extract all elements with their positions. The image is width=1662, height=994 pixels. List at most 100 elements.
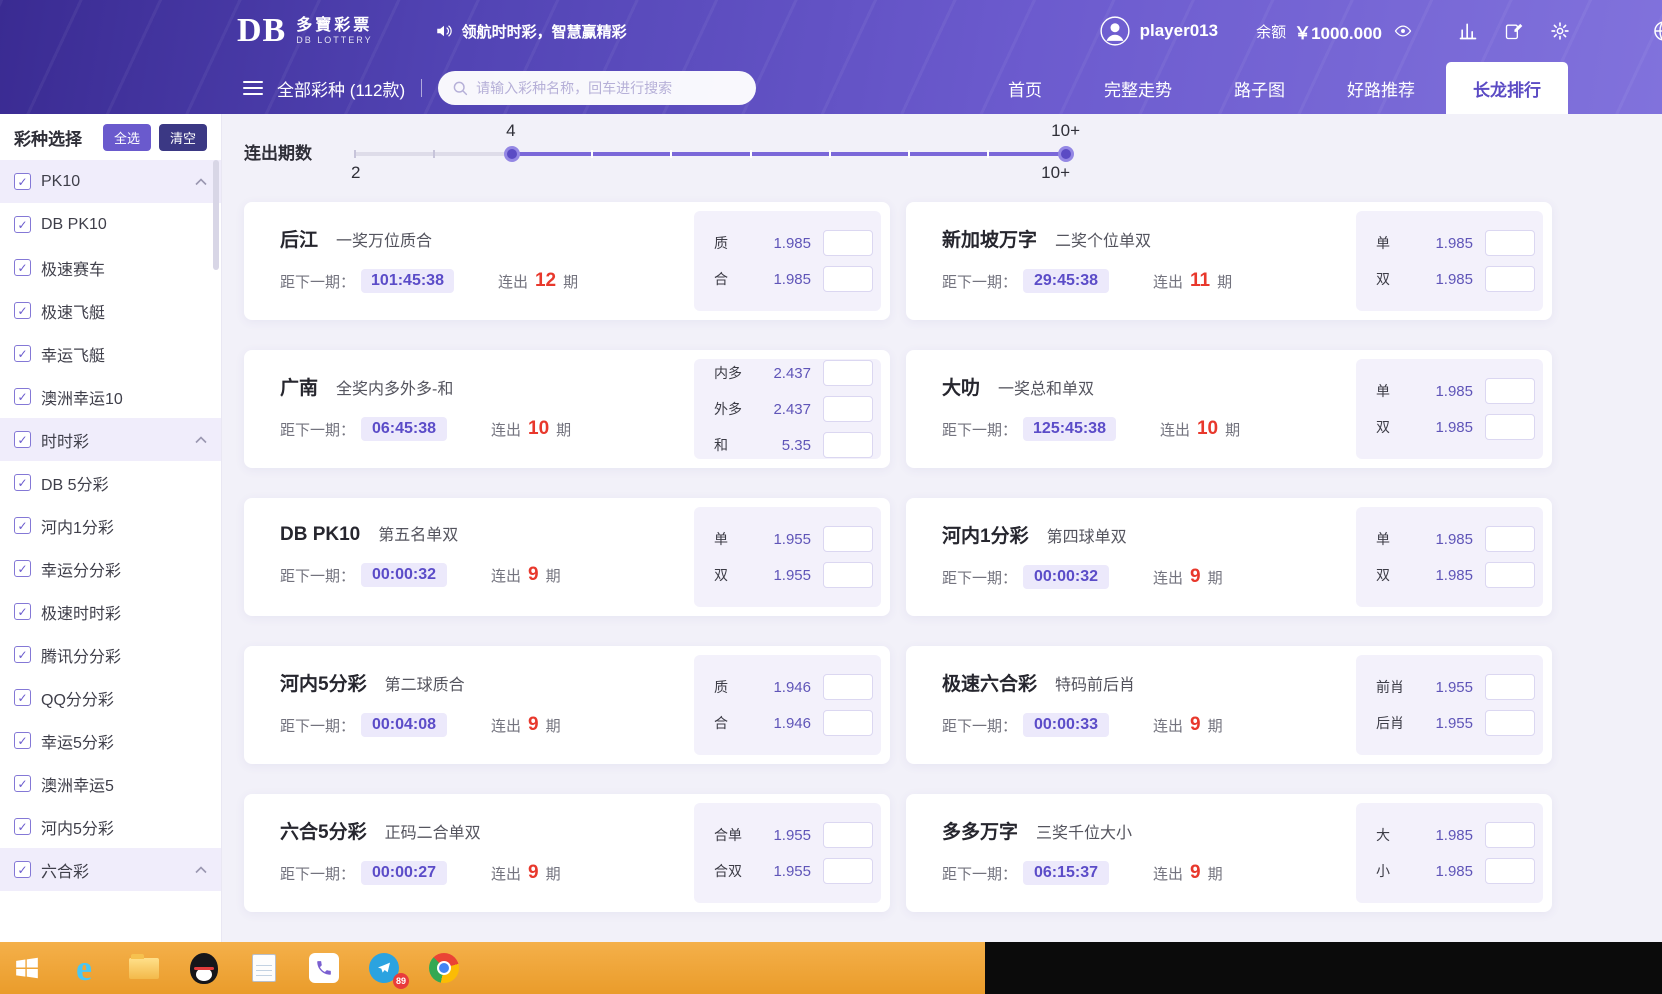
bet-amount-input[interactable] [1485, 710, 1535, 736]
slider-handle-low[interactable] [504, 146, 520, 162]
sidebar-item-lucky-5fen[interactable]: ✓ 幸运5分彩 [0, 719, 221, 762]
menu-icon[interactable] [243, 81, 263, 95]
start-button[interactable] [0, 942, 54, 994]
avatar[interactable] [1100, 16, 1130, 46]
chevron-up-icon[interactable] [195, 436, 207, 444]
card-title[interactable]: 大叻 [942, 373, 980, 400]
internet-explorer-icon[interactable]: e [54, 942, 114, 994]
bet-amount-input[interactable] [1485, 378, 1535, 404]
checkbox-pk10[interactable]: ✓ [14, 173, 31, 190]
slider-handle-high[interactable] [1058, 146, 1074, 162]
checkbox-australia-lucky5[interactable]: ✓ [14, 775, 31, 792]
bet-amount-input[interactable] [1485, 822, 1535, 848]
sidebar-item-pk10[interactable]: ✓ PK10 [0, 160, 221, 203]
bet-amount-input[interactable] [823, 360, 873, 386]
card-title[interactable]: 河内5分彩 [280, 669, 367, 696]
nav-item-full-trends[interactable]: 完整走势 [1073, 62, 1203, 114]
checkbox-qq-fenfen[interactable]: ✓ [14, 689, 31, 706]
sidebar-scrollbar[interactable] [213, 160, 219, 270]
select-all-button[interactable]: 全选 [103, 124, 151, 151]
sidebar-item-australia-lucky10[interactable]: ✓ 澳洲幸运10 [0, 375, 221, 418]
checkbox-speed-racing[interactable]: ✓ [14, 259, 31, 276]
sidebar-item-db-pk10[interactable]: ✓ DB PK10 [0, 203, 221, 246]
checkbox-shishicai[interactable]: ✓ [14, 431, 31, 448]
bet-amount-input[interactable] [823, 230, 873, 256]
checkbox-lucky-fenfen[interactable]: ✓ [14, 560, 31, 577]
checkbox-tencent-fenfen[interactable]: ✓ [14, 646, 31, 663]
chrome-icon[interactable] [414, 942, 474, 994]
checkbox-db-pk10[interactable]: ✓ [14, 216, 31, 233]
bet-amount-input[interactable] [823, 562, 873, 588]
sidebar-item-speed-airship[interactable]: ✓ 极速飞艇 [0, 289, 221, 332]
bet-amount-input[interactable] [823, 266, 873, 292]
card-title[interactable]: 后江 [280, 225, 318, 252]
checkbox-liuhecai[interactable]: ✓ [14, 861, 31, 878]
bet-amount-input[interactable] [823, 526, 873, 552]
bet-amount-input[interactable] [823, 710, 873, 736]
nav-item-streak-ranking[interactable]: 长龙排行 [1446, 62, 1568, 114]
sidebar-item-hanoi-5fen[interactable]: ✓ 河内5分彩 [0, 805, 221, 848]
bet-amount-input[interactable] [1485, 562, 1535, 588]
sidebar-item-tencent-fenfen[interactable]: ✓ 腾讯分分彩 [0, 633, 221, 676]
bet-amount-input[interactable] [823, 396, 873, 422]
checkbox-hanoi-5fen[interactable]: ✓ [14, 818, 31, 835]
globe-icon[interactable] [1652, 19, 1662, 43]
bet-amount-input[interactable] [823, 432, 873, 458]
card-title[interactable]: 河内1分彩 [942, 521, 1029, 548]
card-title[interactable]: 极速六合彩 [942, 669, 1037, 696]
sidebar-item-liuhecai[interactable]: ✓ 六合彩 [0, 848, 221, 891]
sidebar-item-db-5fen[interactable]: ✓ DB 5分彩 [0, 461, 221, 504]
nav-item-road-map[interactable]: 路子图 [1203, 62, 1316, 114]
sidebar-item-speed-racing[interactable]: ✓ 极速赛车 [0, 246, 221, 289]
card-info: 极速六合彩 特码前后肖 距下一期： 00:00:33 连出 9 期 [906, 646, 1356, 764]
compose-icon[interactable] [1504, 21, 1524, 41]
streak-slider[interactable]: 4 10+ 2 10+ [354, 119, 1066, 183]
chart-icon[interactable] [1458, 21, 1478, 41]
eye-icon[interactable] [1394, 22, 1412, 40]
notepad-icon[interactable] [234, 942, 294, 994]
gear-icon[interactable] [1550, 21, 1570, 41]
bet-amount-input[interactable] [1485, 858, 1535, 884]
chevron-up-icon[interactable] [195, 866, 207, 874]
checkbox-speed-airship[interactable]: ✓ [14, 302, 31, 319]
sidebar-item-hanoi-1fen[interactable]: ✓ 河内1分彩 [0, 504, 221, 547]
bet-amount-input[interactable] [1485, 674, 1535, 700]
bet-amount-input[interactable] [823, 674, 873, 700]
chevron-up-icon[interactable] [195, 178, 207, 186]
checkbox-hanoi-1fen[interactable]: ✓ [14, 517, 31, 534]
bet-amount-input[interactable] [1485, 414, 1535, 440]
phone-icon[interactable] [294, 942, 354, 994]
checkbox-lucky-airship[interactable]: ✓ [14, 345, 31, 362]
card-title[interactable]: 新加坡万字 [942, 225, 1037, 252]
sidebar-item-shishicai[interactable]: ✓ 时时彩 [0, 418, 221, 461]
checkbox-australia-lucky10[interactable]: ✓ [14, 388, 31, 405]
search-input[interactable] [476, 80, 742, 96]
qq-icon[interactable] [174, 942, 234, 994]
search-box[interactable] [438, 71, 756, 105]
logo[interactable]: DB 多寶彩票 DB LOTTERY [237, 14, 373, 48]
nav-item-good-road[interactable]: 好路推荐 [1316, 62, 1446, 114]
all-lotteries-label[interactable]: 全部彩种 (112款) [277, 76, 405, 101]
checkbox-speed-shishicai[interactable]: ✓ [14, 603, 31, 620]
card-title[interactable]: DB PK10 [280, 524, 360, 546]
checkbox-db-5fen[interactable]: ✓ [14, 474, 31, 491]
file-explorer-icon[interactable] [114, 942, 174, 994]
card-title[interactable]: 广南 [280, 373, 318, 400]
sidebar-item-qq-fenfen[interactable]: ✓ QQ分分彩 [0, 676, 221, 719]
card-title[interactable]: 多多万字 [942, 817, 1018, 844]
bet-amount-input[interactable] [1485, 230, 1535, 256]
sidebar-item-lucky-airship[interactable]: ✓ 幸运飞艇 [0, 332, 221, 375]
bet-amount-input[interactable] [1485, 266, 1535, 292]
sidebar-item-australia-lucky5[interactable]: ✓ 澳洲幸运5 [0, 762, 221, 805]
sidebar-item-lucky-fenfen[interactable]: ✓ 幸运分分彩 [0, 547, 221, 590]
sidebar-item-speed-shishicai[interactable]: ✓ 极速时时彩 [0, 590, 221, 633]
checkbox-lucky-5fen[interactable]: ✓ [14, 732, 31, 749]
nav-item-home[interactable]: 首页 [977, 62, 1073, 114]
card-title[interactable]: 六合5分彩 [280, 817, 367, 844]
bet-amount-input[interactable] [823, 858, 873, 884]
telegram-icon[interactable]: 89 [354, 942, 414, 994]
bet-amount-input[interactable] [1485, 526, 1535, 552]
username[interactable]: player013 [1140, 21, 1218, 41]
bet-amount-input[interactable] [823, 822, 873, 848]
clear-button[interactable]: 清空 [159, 124, 207, 151]
